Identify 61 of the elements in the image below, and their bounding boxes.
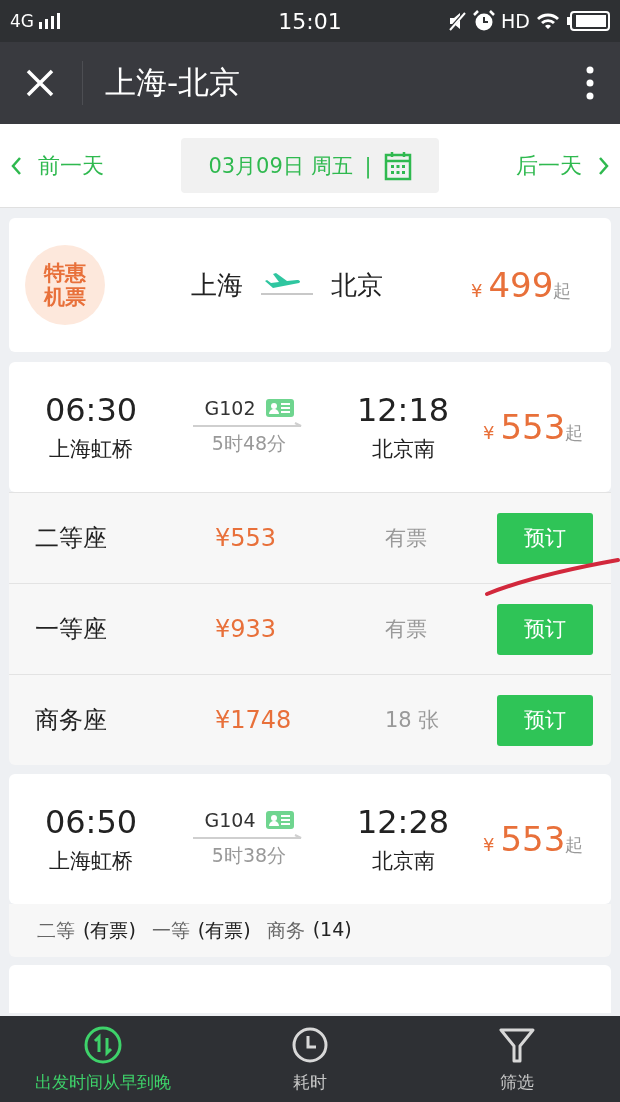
departure-time: 06:30 — [44, 391, 138, 429]
sort-tab[interactable]: 筛选 — [413, 1016, 620, 1102]
ticket-count: (14) — [312, 917, 352, 942]
departure-station: 上海虹桥 — [49, 848, 133, 875]
price-suffix: 起 — [565, 422, 584, 445]
chevron-left-icon — [10, 155, 22, 176]
page-title: 上海-北京 — [105, 63, 242, 102]
price-amount: 553 — [500, 407, 566, 447]
price-suffix: 起 — [553, 280, 572, 303]
ticket-count: (有票) — [83, 917, 136, 943]
chevron-right-icon — [598, 155, 610, 176]
seat-price: ¥933 — [215, 615, 278, 643]
close-icon[interactable] — [26, 69, 54, 97]
sort-icon — [83, 1024, 124, 1065]
price-amount: 553 — [500, 819, 566, 859]
ticket-availability: 有票 — [385, 616, 428, 643]
seat-price: ¥1748 — [215, 706, 293, 734]
flight-promo-card[interactable]: 特惠机票 上海 北京 ¥ 499起 — [9, 218, 611, 352]
more-icon[interactable] — [586, 66, 594, 100]
alarm-icon — [473, 10, 496, 32]
currency-symbol: ¥ — [483, 834, 495, 855]
id-card-icon — [265, 398, 294, 418]
train-number: G102 — [204, 397, 256, 419]
mute-icon — [447, 11, 468, 31]
city-name: 北京 — [331, 268, 383, 302]
arrival-time: 12:18 — [356, 391, 450, 429]
network-label: 4G — [10, 11, 34, 31]
departure-time: 06:50 — [44, 803, 138, 841]
ticket-availability: 有票 — [385, 525, 428, 552]
seat-class: 商务 — [266, 917, 305, 943]
seat-class: 商务座 — [35, 705, 108, 736]
train-card[interactable]: 06:30 上海虹桥 G102 5时48分 12:18 北京南 ¥ 553起 — [9, 362, 611, 492]
currency-symbol: ¥ — [483, 422, 495, 443]
seat-price: ¥553 — [215, 524, 278, 552]
arrival-time: 12:28 — [356, 803, 450, 841]
seat-class: 二等座 — [35, 523, 108, 554]
battery-icon — [566, 11, 610, 31]
hd-label: HD — [501, 10, 530, 32]
calendar-icon — [383, 150, 412, 181]
promo-badge: 特惠机票 — [25, 245, 105, 325]
clock-time: 15:01 — [277, 8, 343, 34]
train-card[interactable]: 06:50 上海虹桥 G104 5时38分 12:28 北京南 ¥ 553起 — [9, 774, 611, 904]
seat-class: 一等 — [151, 917, 190, 943]
wifi-icon — [536, 12, 560, 30]
arrival-station: 北京南 — [371, 848, 435, 875]
sort-tab[interactable]: 出发时间从早到晚 — [0, 1016, 207, 1102]
seat-class: 二等 — [37, 917, 75, 943]
seat-class: 一等座 — [35, 614, 108, 645]
departure-station: 上海虹桥 — [49, 436, 133, 463]
travel-duration: 5时48分 — [211, 431, 287, 456]
price-suffix: 起 — [565, 834, 584, 857]
price-amount: 499 — [488, 265, 554, 305]
id-card-icon — [265, 810, 294, 830]
arrival-station: 北京南 — [371, 436, 435, 463]
city-name: 上海 — [191, 268, 243, 302]
ticket-availability: 18 张 — [385, 707, 441, 734]
sort-tab[interactable]: 耗时 — [206, 1016, 414, 1102]
currency-symbol: ¥ — [471, 280, 483, 301]
travel-duration: 5时38分 — [211, 843, 287, 868]
ticket-count: (有票) — [197, 917, 251, 943]
train-number: G104 — [204, 809, 256, 831]
